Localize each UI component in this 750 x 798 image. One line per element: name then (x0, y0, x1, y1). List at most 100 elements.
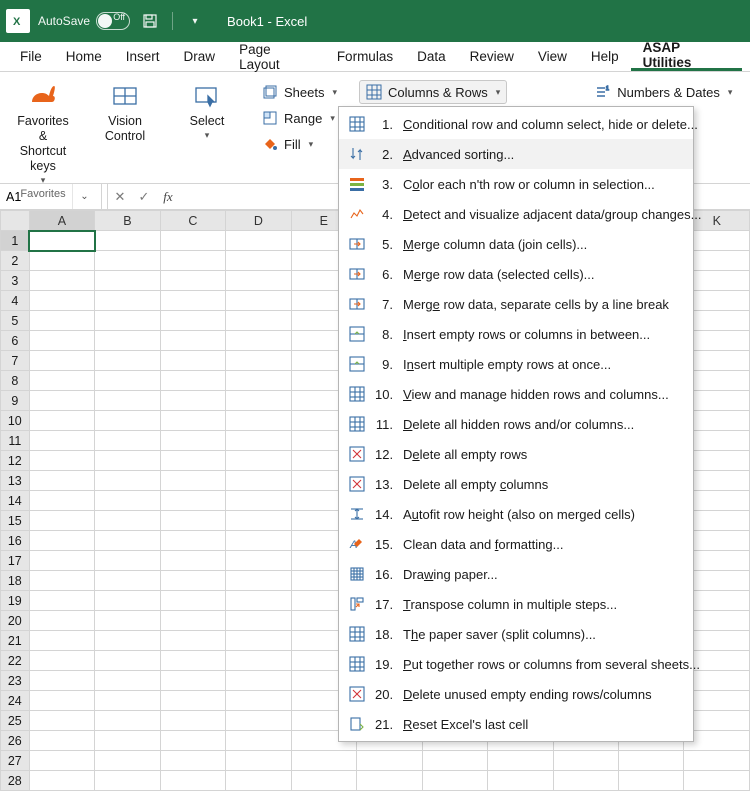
menu-item-12[interactable]: 12.Delete all empty rows (339, 439, 693, 469)
cell[interactable] (29, 391, 94, 411)
cell[interactable] (226, 351, 291, 371)
tab-view[interactable]: View (526, 42, 579, 71)
tab-formulas[interactable]: Formulas (325, 42, 405, 71)
menu-item-21[interactable]: 21.Reset Excel's last cell (339, 709, 693, 739)
cell[interactable] (619, 771, 684, 791)
tab-page-layout[interactable]: Page Layout (227, 42, 325, 71)
cell[interactable] (160, 431, 225, 451)
cell[interactable] (29, 551, 94, 571)
cell[interactable] (95, 611, 160, 631)
cell[interactable] (160, 391, 225, 411)
row-header[interactable]: 6 (1, 331, 30, 351)
row-header[interactable]: 16 (1, 531, 30, 551)
cell[interactable] (160, 411, 225, 431)
row-header[interactable]: 13 (1, 471, 30, 491)
cell[interactable] (29, 331, 94, 351)
vision-control-button[interactable]: Vision Control (90, 76, 160, 146)
cell[interactable] (357, 771, 422, 791)
cell[interactable] (95, 631, 160, 651)
menu-item-4[interactable]: 4.Detect and visualize adjacent data/gro… (339, 199, 693, 229)
cell[interactable] (357, 751, 422, 771)
cell[interactable] (95, 391, 160, 411)
cell[interactable] (160, 251, 225, 271)
menu-item-5[interactable]: 5.Merge column data (join cells)... (339, 229, 693, 259)
menu-item-18[interactable]: 18.The paper saver (split columns)... (339, 619, 693, 649)
row-header[interactable]: 18 (1, 571, 30, 591)
menu-item-14[interactable]: 14.Autofit row height (also on merged ce… (339, 499, 693, 529)
select-button[interactable]: Select ▾ (172, 76, 242, 143)
cell[interactable] (160, 491, 225, 511)
row-header[interactable]: 9 (1, 391, 30, 411)
cell[interactable] (95, 751, 160, 771)
menu-item-3[interactable]: 3.Color each n'th row or column in selec… (339, 169, 693, 199)
cell[interactable] (226, 491, 291, 511)
cell[interactable] (160, 651, 225, 671)
range-button[interactable]: Range▾ (256, 106, 343, 130)
row-header[interactable]: 22 (1, 651, 30, 671)
tab-asap-utilities[interactable]: ASAP Utilities (631, 42, 742, 71)
cell[interactable] (488, 771, 553, 791)
row-header[interactable]: 1 (1, 231, 30, 251)
select-all-corner[interactable] (1, 211, 30, 231)
menu-item-10[interactable]: 10.View and manage hidden rows and colum… (339, 379, 693, 409)
cell[interactable] (95, 271, 160, 291)
tab-home[interactable]: Home (54, 42, 114, 71)
row-header[interactable]: 4 (1, 291, 30, 311)
cell[interactable] (226, 311, 291, 331)
menu-item-11[interactable]: 11.Delete all hidden rows and/or columns… (339, 409, 693, 439)
row-header[interactable]: 10 (1, 411, 30, 431)
autosave-toggle[interactable]: AutoSave Off (38, 12, 130, 30)
menu-item-17[interactable]: 17.Transpose column in multiple steps... (339, 589, 693, 619)
cell[interactable] (160, 551, 225, 571)
cell[interactable] (95, 531, 160, 551)
cell[interactable] (553, 771, 618, 791)
menu-item-1[interactable]: 1.Conditional row and column select, hid… (339, 109, 693, 139)
cell[interactable] (29, 351, 94, 371)
cell[interactable] (95, 691, 160, 711)
cell[interactable] (226, 431, 291, 451)
cell[interactable] (160, 451, 225, 471)
cell[interactable] (95, 291, 160, 311)
cell[interactable] (226, 731, 291, 751)
cell[interactable] (29, 371, 94, 391)
cell[interactable] (29, 751, 94, 771)
cell[interactable] (95, 731, 160, 751)
cell[interactable] (95, 231, 160, 251)
cell[interactable] (29, 411, 94, 431)
cell[interactable] (226, 471, 291, 491)
cell[interactable] (226, 271, 291, 291)
cell[interactable] (226, 231, 291, 251)
cell[interactable] (95, 651, 160, 671)
cell[interactable] (226, 371, 291, 391)
tab-file[interactable]: File (8, 42, 54, 71)
cell[interactable] (29, 691, 94, 711)
cancel-formula-icon[interactable]: ✕ (108, 184, 132, 209)
fill-button[interactable]: Fill▾ (256, 132, 343, 156)
row-header[interactable]: 26 (1, 731, 30, 751)
cell[interactable] (29, 671, 94, 691)
cell[interactable] (160, 711, 225, 731)
cell[interactable] (291, 771, 356, 791)
cell[interactable] (160, 591, 225, 611)
cell[interactable] (226, 751, 291, 771)
columns-rows-button[interactable]: Columns & Rows▾ (359, 80, 507, 104)
cell[interactable] (95, 491, 160, 511)
cell[interactable] (29, 251, 94, 271)
cell[interactable] (29, 431, 94, 451)
tab-data[interactable]: Data (405, 42, 458, 71)
cell[interactable] (160, 531, 225, 551)
cell[interactable] (95, 551, 160, 571)
cell[interactable] (29, 591, 94, 611)
cell[interactable] (684, 751, 750, 771)
cell[interactable] (160, 311, 225, 331)
favorites-button[interactable]: Favorites & Shortcut keys ▾ (8, 76, 78, 188)
cell[interactable] (29, 651, 94, 671)
cell[interactable] (95, 471, 160, 491)
row-header[interactable]: 14 (1, 491, 30, 511)
cell[interactable] (226, 551, 291, 571)
cell[interactable] (95, 251, 160, 271)
cell[interactable] (488, 751, 553, 771)
cell[interactable] (160, 511, 225, 531)
cell[interactable] (226, 571, 291, 591)
cell[interactable] (29, 711, 94, 731)
